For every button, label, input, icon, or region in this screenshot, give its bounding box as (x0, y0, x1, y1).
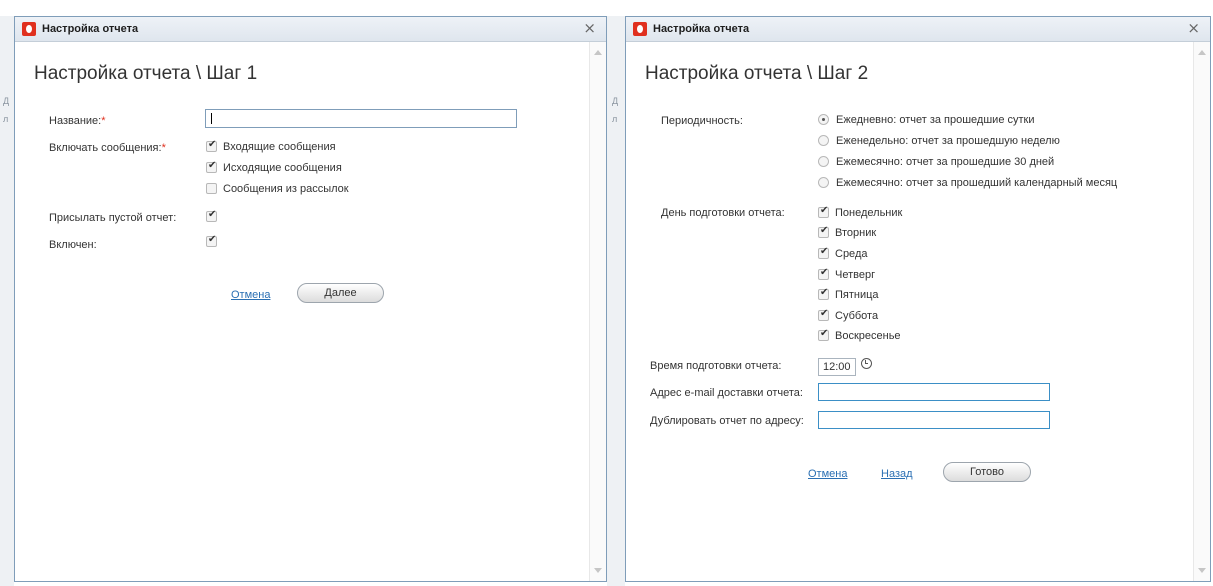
incoming-messages-checkbox[interactable]: Входящие сообщения (206, 139, 336, 153)
report-time-label: Время подготовки отчета: (650, 360, 782, 372)
checkbox-icon[interactable] (818, 225, 829, 238)
scroll-down-icon[interactable] (594, 568, 602, 573)
day-checkbox-saturday[interactable]: Суббота (818, 308, 878, 322)
cancel-link[interactable]: Отмена (231, 289, 270, 301)
outgoing-messages-checkbox[interactable]: Исходящие сообщения (206, 160, 342, 174)
checkbox-icon[interactable] (818, 308, 829, 321)
dialog-title: Настройка отчета (42, 23, 139, 35)
required-mark: * (161, 142, 166, 154)
include-messages-label: Включать сообщения:* (49, 142, 166, 154)
dialog-titlebar[interactable]: Настройка отчета × (15, 17, 606, 42)
checkbox-icon[interactable] (206, 182, 217, 194)
send-empty-report-label: Присылать пустой отчет: (49, 212, 177, 224)
app-logo-icon (633, 22, 647, 36)
checkbox-icon[interactable] (818, 328, 829, 341)
vertical-scrollbar[interactable] (1193, 42, 1210, 581)
mailing-messages-checkbox[interactable]: Сообщения из рассылок (206, 182, 349, 195)
enabled-checkbox[interactable] (206, 234, 223, 248)
scroll-up-icon[interactable] (594, 50, 602, 55)
radio-icon[interactable] (818, 134, 829, 146)
required-mark: * (101, 115, 106, 127)
background-text: л (3, 114, 9, 124)
name-label: Название:* (49, 115, 106, 127)
report-settings-dialog-step1: Настройка отчета × Настройка отчета \ Ша… (14, 16, 607, 582)
background-text: Д (3, 96, 10, 106)
email-label: Адрес e-mail доставки отчета: (650, 387, 803, 399)
radio-icon[interactable] (818, 113, 829, 125)
radio-icon[interactable] (818, 155, 829, 167)
page-title: Настройка отчета \ Шаг 1 (34, 63, 258, 84)
periodicity-option-daily[interactable]: Ежедневно: отчет за прошедшие сутки (818, 113, 1035, 126)
report-name-input[interactable] (205, 109, 517, 128)
send-empty-report-checkbox[interactable] (206, 209, 223, 223)
checkbox-icon[interactable] (818, 205, 829, 218)
checkbox-icon[interactable] (206, 139, 217, 152)
periodicity-option-30days[interactable]: Ежемесячно: отчет за прошедшие 30 дней (818, 155, 1054, 168)
radio-icon[interactable] (818, 176, 829, 188)
background-text: л (612, 114, 618, 124)
day-checkbox-monday[interactable]: Понедельник (818, 205, 902, 219)
report-time-input[interactable]: 12:00 (818, 358, 856, 376)
page-title: Настройка отчета \ Шаг 2 (645, 63, 869, 84)
next-button[interactable]: Далее (297, 283, 384, 303)
day-checkbox-tuesday[interactable]: Вторник (818, 225, 876, 239)
scroll-up-icon[interactable] (1198, 50, 1206, 55)
day-checkbox-wednesday[interactable]: Среда (818, 246, 867, 260)
dialog-title: Настройка отчета (653, 23, 750, 35)
checkbox-icon[interactable] (818, 267, 829, 280)
day-checkbox-friday[interactable]: Пятница (818, 287, 879, 301)
day-checkbox-thursday[interactable]: Четверг (818, 267, 875, 281)
checkbox-icon[interactable] (206, 160, 217, 173)
vertical-scrollbar[interactable] (589, 42, 606, 581)
text-caret (211, 113, 212, 124)
clock-icon[interactable] (861, 358, 872, 369)
duplicate-address-input[interactable] (818, 411, 1050, 429)
checkbox-icon[interactable] (206, 234, 217, 247)
done-button[interactable]: Готово (943, 462, 1031, 482)
app-logo-icon (22, 22, 36, 36)
day-checkbox-sunday[interactable]: Воскресенье (818, 328, 901, 342)
checkbox-icon[interactable] (818, 287, 829, 300)
report-settings-dialog-step2: Настройка отчета × Настройка отчета \ Ша… (625, 16, 1211, 582)
periodicity-label: Периодичность: (661, 115, 743, 127)
cancel-link[interactable]: Отмена (808, 468, 847, 480)
email-input[interactable] (818, 383, 1050, 401)
background-text: Д (612, 96, 619, 106)
checkbox-icon[interactable] (818, 246, 829, 259)
checkbox-icon[interactable] (206, 209, 217, 222)
periodicity-option-weekly[interactable]: Еженедельно: отчет за прошедшую неделю (818, 134, 1060, 147)
dialog-titlebar[interactable]: Настройка отчета × (626, 17, 1210, 42)
report-day-label: День подготовки отчета: (661, 207, 785, 219)
periodicity-option-calendar-month[interactable]: Ежемесячно: отчет за прошедший календарн… (818, 176, 1117, 189)
close-icon[interactable]: × (583, 19, 596, 37)
duplicate-address-label: Дублировать отчет по адресу: (650, 415, 804, 427)
back-link[interactable]: Назад (881, 468, 913, 480)
scroll-down-icon[interactable] (1198, 568, 1206, 573)
close-icon[interactable]: × (1187, 19, 1200, 37)
enabled-label: Включен: (49, 239, 97, 251)
